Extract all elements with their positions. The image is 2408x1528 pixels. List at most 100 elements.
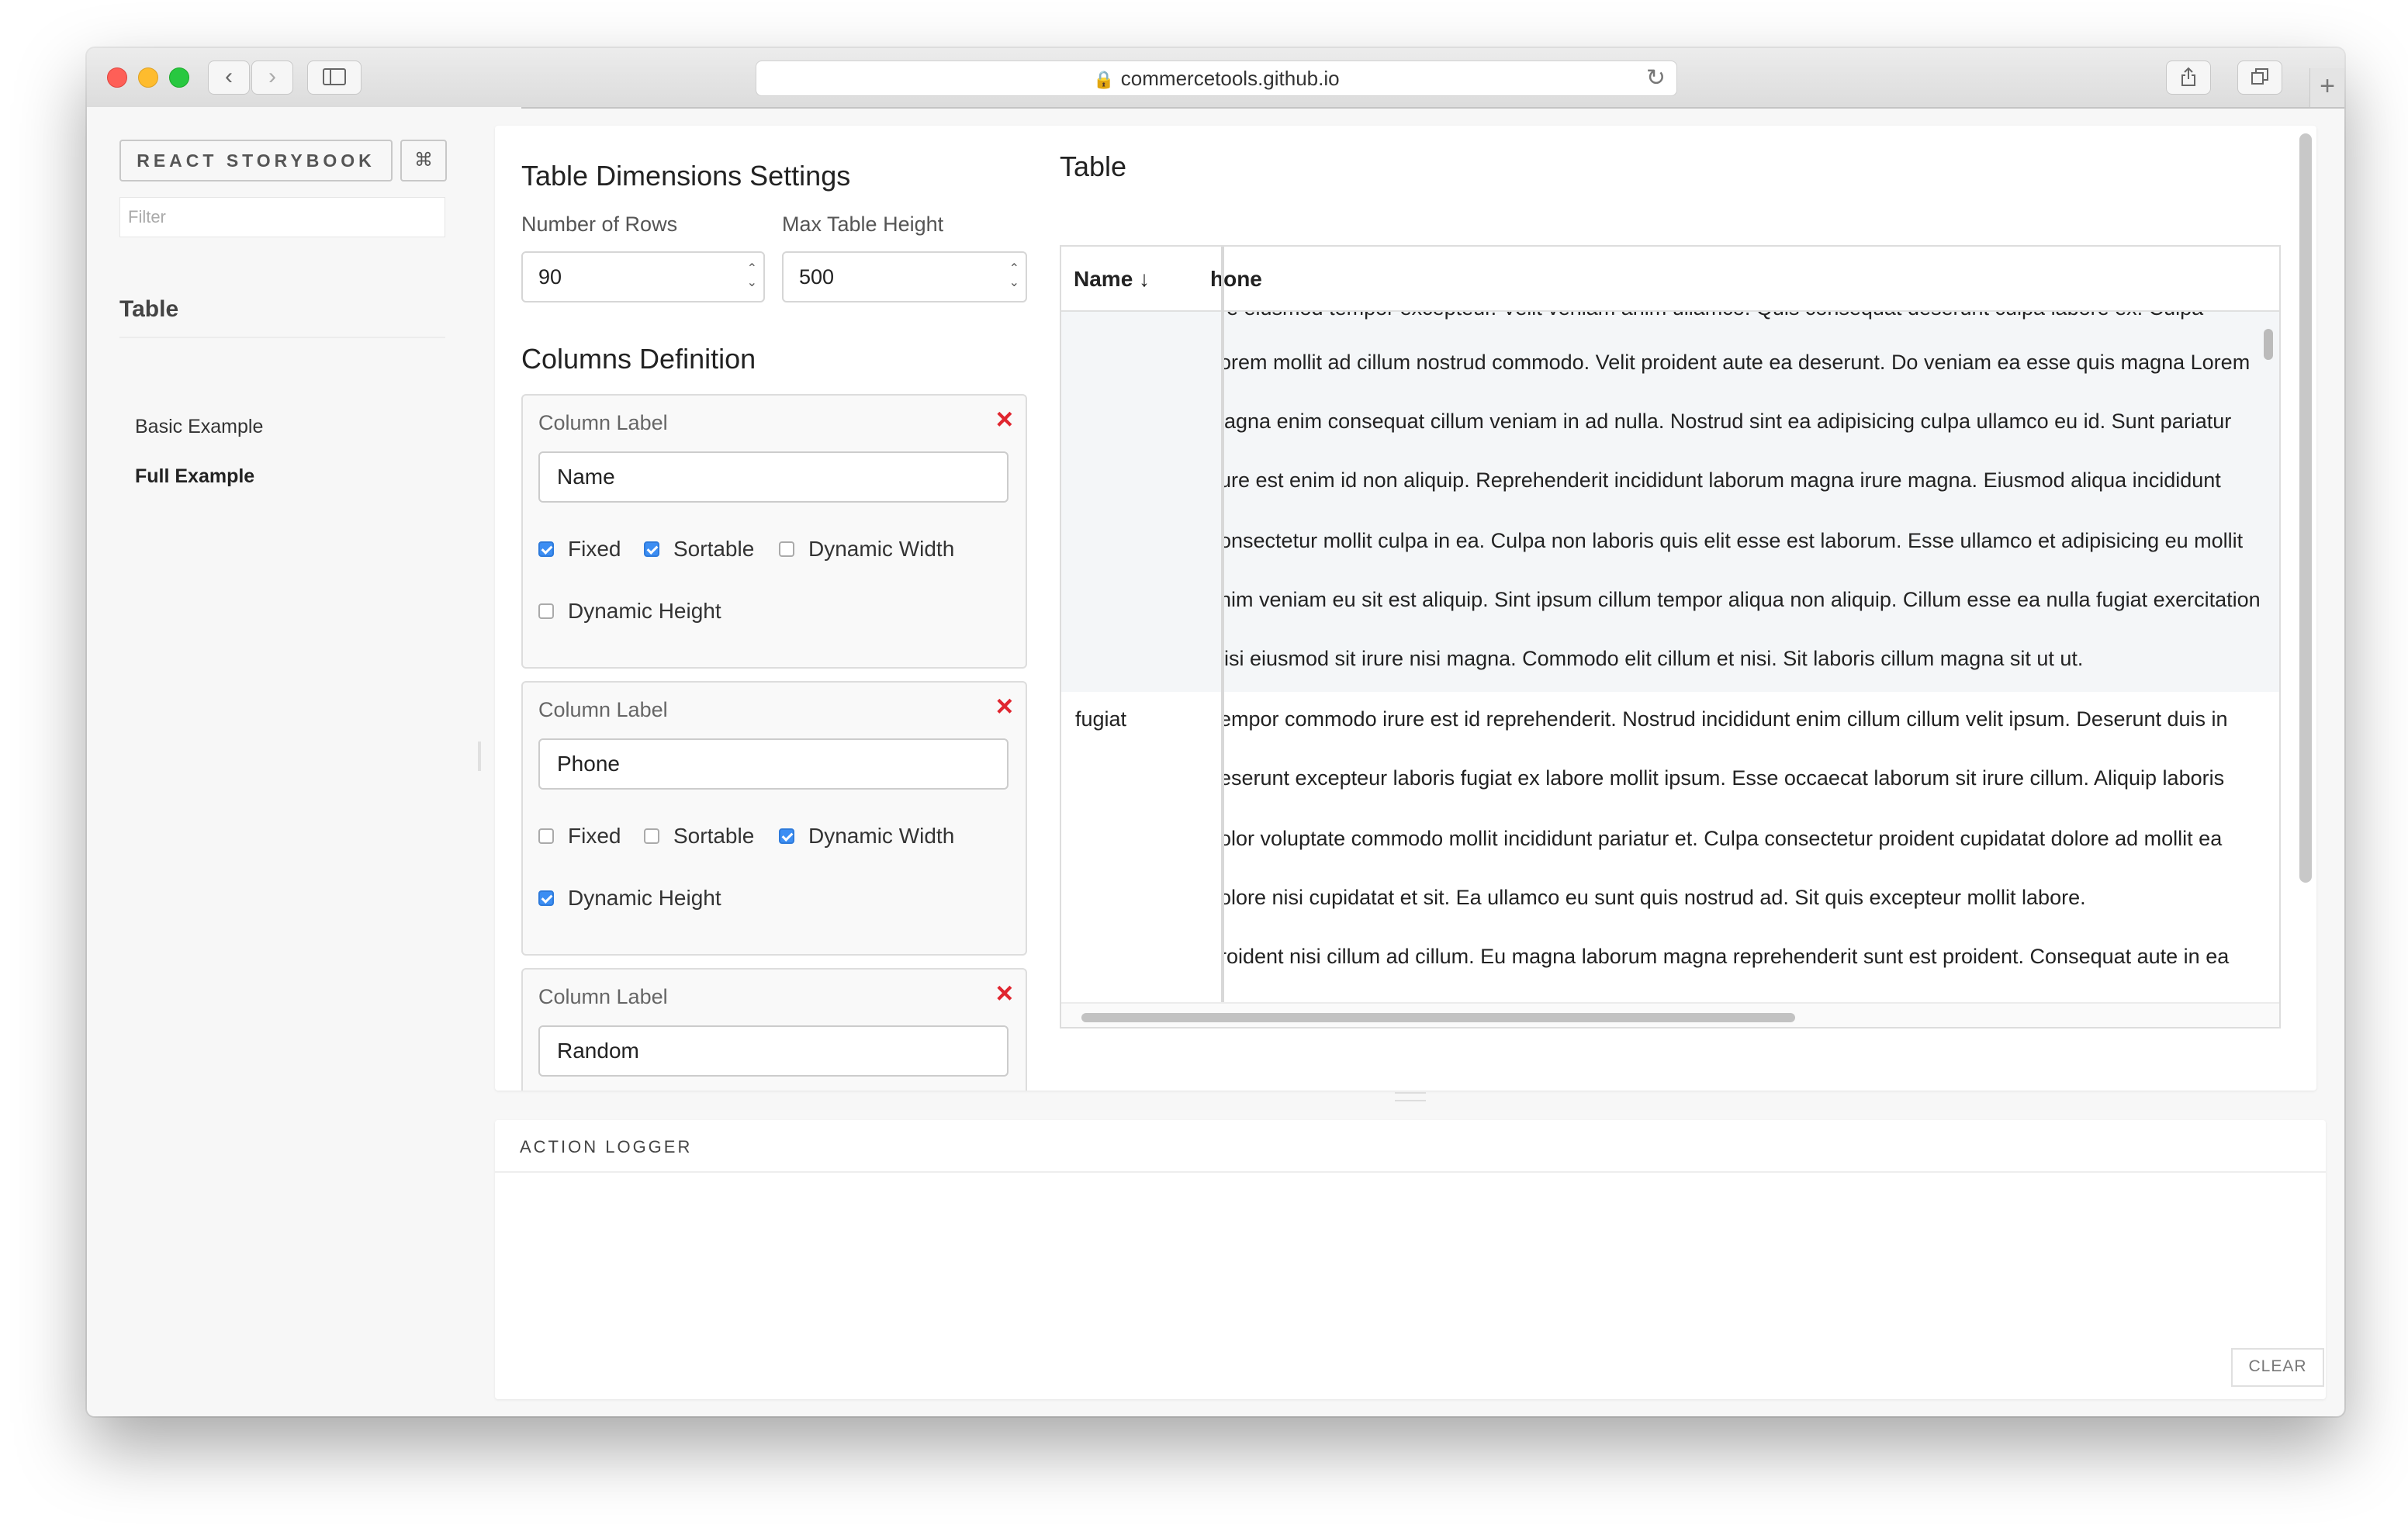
- sidebar-icon: [323, 68, 346, 85]
- phone-cell-line: eserunt excepteur laboris fugiat ex labo…: [1223, 766, 2225, 790]
- panel-resize-handle[interactable]: [1395, 1092, 1426, 1101]
- phone-cell-line: orem mollit ad cillum nostrud commodo. V…: [1223, 351, 2251, 374]
- column-label-input[interactable]: Random: [538, 1025, 1009, 1077]
- share-button[interactable]: [2166, 60, 2211, 95]
- fixed-checkbox[interactable]: Fixed: [538, 537, 621, 562]
- option-label: Dynamic Height: [568, 599, 721, 623]
- story-link-full-example[interactable]: Full Example: [135, 465, 254, 488]
- plus-icon: +: [2320, 71, 2335, 101]
- checkbox-checked-icon[interactable]: [779, 828, 794, 844]
- remove-column-icon[interactable]: ×: [996, 403, 1013, 437]
- story-kind-title[interactable]: Table: [119, 296, 178, 323]
- phone-column-header: hone: [1210, 267, 1262, 291]
- name-column-header[interactable]: Name ↓: [1074, 267, 1150, 292]
- rows-value: 90: [538, 265, 562, 289]
- data-table: re eiusmod tempor excepteur. Velit venia…: [1060, 245, 2281, 1028]
- height-label: Max Table Height: [782, 213, 944, 236]
- checkbox-unchecked-icon[interactable]: [779, 541, 794, 557]
- preview-vertical-scrollbar[interactable]: [2299, 133, 2312, 883]
- column-label-caption: Column Label: [538, 411, 668, 434]
- share-icon: [2181, 67, 2195, 86]
- column-label-input[interactable]: Phone: [538, 738, 1009, 790]
- column-label-caption: Column Label: [538, 985, 668, 1008]
- phone-cell-line: onsectetur mollit culpa in ea. Culpa non…: [1223, 529, 2244, 552]
- height-value: 500: [799, 265, 835, 289]
- columns-title: Columns Definition: [521, 343, 756, 375]
- chevron-left-icon: ‹: [225, 64, 233, 89]
- checkbox-checked-icon[interactable]: [538, 890, 554, 906]
- phone-cell-line: ure est enim id non aliquip. Reprehender…: [1223, 468, 2221, 492]
- address-bar[interactable]: 🔒 commercetools.github.io ↻: [756, 60, 1677, 96]
- sortable-checkbox[interactable]: Sortable: [644, 537, 754, 562]
- checkbox-checked-icon[interactable]: [538, 541, 554, 557]
- checkbox-unchecked-icon[interactable]: [538, 603, 554, 619]
- filter-input[interactable]: [119, 197, 445, 237]
- forward-button[interactable]: ›: [251, 60, 293, 95]
- stepper-icon[interactable]: ⌃ ⌄: [747, 262, 757, 290]
- close-window-button[interactable]: [107, 67, 127, 88]
- sidebar-toggle-button[interactable]: [307, 60, 362, 95]
- tabs-icon: [2251, 68, 2268, 85]
- remove-column-icon[interactable]: ×: [996, 977, 1013, 1011]
- dynamic-width-checkbox[interactable]: Dynamic Width: [779, 537, 954, 562]
- column-label-caption: Column Label: [538, 698, 668, 721]
- column-label-input[interactable]: Name: [538, 451, 1009, 503]
- remove-column-icon[interactable]: ×: [996, 690, 1013, 724]
- table-row: fugiat empor commodo irure est id repreh…: [1061, 692, 2279, 1002]
- sortable-checkbox[interactable]: Sortable: [644, 824, 754, 849]
- fixed-checkbox[interactable]: Fixed: [538, 824, 621, 849]
- table-row: re eiusmod tempor excepteur. Velit venia…: [1061, 296, 2279, 692]
- table-horizontal-scrollbar[interactable]: [1081, 1013, 1795, 1022]
- title-bar: ‹ › 🔒 commercetools.github.io ↻ +: [87, 48, 2344, 109]
- new-tab-button[interactable]: +: [2309, 68, 2344, 107]
- storybook-sidebar: REACT STORYBOOK ⌘ Table Basic Example Fu…: [87, 107, 521, 1416]
- height-number-input[interactable]: 500 ⌃ ⌄: [782, 251, 1027, 302]
- dynamic-width-checkbox[interactable]: Dynamic Width: [779, 824, 954, 849]
- dynamic-height-checkbox[interactable]: Dynamic Height: [538, 599, 721, 624]
- phone-cell-line: lagna enim consequat cillum veniam in ad…: [1223, 410, 2232, 433]
- table-header: Name ↓ hone: [1061, 247, 2279, 312]
- dynamic-height-checkbox[interactable]: Dynamic Height: [538, 886, 721, 911]
- column-definition-card: Column Label × Name Fixed Sortable Dynam…: [521, 394, 1027, 669]
- storybook-brand-button[interactable]: REACT STORYBOOK: [119, 140, 393, 181]
- option-label: Sortable: [673, 824, 755, 848]
- browser-window: ‹ › 🔒 commercetools.github.io ↻ + REACT …: [87, 48, 2344, 1416]
- dimensions-title: Table Dimensions Settings: [521, 160, 851, 192]
- url-text: commercetools.github.io: [1120, 67, 1340, 90]
- action-logger-tab[interactable]: ACTION LOGGER: [520, 1137, 692, 1157]
- checkbox-unchecked-icon[interactable]: [538, 828, 554, 844]
- fixed-column-divider: [1221, 247, 1224, 1002]
- story-preview: Table Dimensions Settings Number of Rows…: [495, 126, 2316, 1091]
- option-label: Dynamic Width: [808, 537, 955, 561]
- column-definition-card: Column Label × Phone Fixed Sortable Dyna…: [521, 681, 1027, 956]
- tabs-overview-button[interactable]: [2237, 60, 2282, 95]
- option-label: Dynamic Width: [808, 824, 955, 848]
- checkbox-unchecked-icon[interactable]: [644, 828, 659, 844]
- action-logger-panel: ACTION LOGGER CLEAR: [495, 1120, 2326, 1399]
- story-link-basic-example[interactable]: Basic Example: [135, 416, 263, 438]
- table-horizontal-scroll-track: [1061, 1002, 2279, 1027]
- lock-icon: 🔒: [1093, 70, 1115, 89]
- chevron-right-icon: ›: [268, 64, 276, 89]
- phone-cell-line: olor voluptate commodo mollit incididunt…: [1223, 827, 2223, 850]
- checkbox-checked-icon[interactable]: [644, 541, 659, 557]
- rows-number-input[interactable]: 90 ⌃ ⌄: [521, 251, 765, 302]
- minimize-window-button[interactable]: [138, 67, 158, 88]
- phone-cell-line: empor commodo irure est id reprehenderit…: [1223, 707, 2228, 731]
- name-cell: fugiat: [1075, 707, 1127, 731]
- option-label: Dynamic Height: [568, 886, 721, 910]
- rows-label: Number of Rows: [521, 213, 678, 236]
- option-label: Fixed: [568, 824, 621, 848]
- column-definition-card: Column Label × Random: [521, 968, 1027, 1091]
- back-button[interactable]: ‹: [208, 60, 250, 95]
- phone-cell-line: olore nisi cupidatat et sit. Ea ullamco …: [1223, 886, 2086, 909]
- divider: [119, 337, 445, 338]
- clear-button[interactable]: CLEAR: [2231, 1348, 2324, 1387]
- table-vertical-scrollbar[interactable]: [2264, 329, 2273, 360]
- shortcuts-button[interactable]: ⌘: [400, 140, 447, 181]
- stepper-icon[interactable]: ⌃ ⌄: [1009, 262, 1019, 290]
- zoom-window-button[interactable]: [169, 67, 189, 88]
- table-title: Table: [1060, 150, 1127, 182]
- sidebar-resize-handle[interactable]: [478, 742, 481, 771]
- reload-icon[interactable]: ↻: [1646, 61, 1666, 95]
